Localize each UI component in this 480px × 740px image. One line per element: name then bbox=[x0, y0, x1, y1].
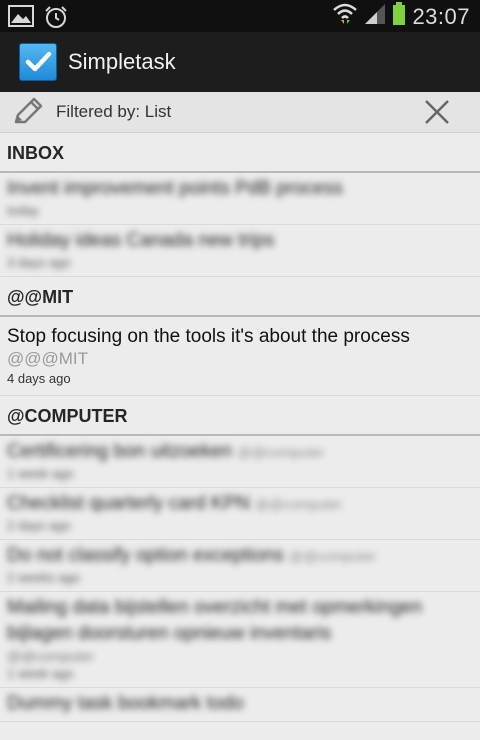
section-header-mit: @@MIT bbox=[0, 277, 480, 317]
clear-filter-close-icon[interactable] bbox=[424, 99, 450, 125]
section-header-computer: @COMPUTER bbox=[0, 396, 480, 436]
task-line: Certificering bon uitzoeken @@computer bbox=[7, 439, 473, 465]
task-age: today bbox=[7, 203, 39, 218]
filter-label: Filtered by: List bbox=[56, 102, 172, 121]
gallery-notification-icon bbox=[8, 5, 34, 34]
task-line: Checklist quarterly card KPN @@computer bbox=[7, 491, 473, 517]
task-item[interactable]: Stop focusing on the tools it's about th… bbox=[0, 317, 480, 396]
task-text: Invent improvement points PdB process bbox=[7, 178, 343, 199]
task-text-continued: bijlagen doorsturen opnieuw inventaris bbox=[7, 623, 332, 644]
checkbox-app-icon[interactable] bbox=[19, 43, 57, 81]
task-line: Do not classify option exceptions @@comp… bbox=[7, 543, 473, 569]
section-header-inbox: INBOX bbox=[0, 133, 480, 173]
task-item[interactable]: Holiday ideas Canada new trips 3 days ag… bbox=[0, 225, 480, 277]
task-text: Checklist quarterly card KPN bbox=[7, 493, 250, 514]
task-age: 3 days ago bbox=[7, 255, 71, 270]
task-item[interactable]: Invent improvement points PdB process to… bbox=[0, 173, 480, 225]
task-item[interactable]: Do not classify option exceptions @@comp… bbox=[0, 540, 480, 592]
alarm-clock-icon bbox=[44, 5, 68, 34]
wifi-icon bbox=[332, 2, 358, 31]
task-tags: @@computer bbox=[289, 548, 376, 564]
task-tags: @@computer bbox=[7, 648, 94, 664]
task-tags: @@@MIT bbox=[7, 349, 89, 368]
task-age: 4 days ago bbox=[7, 371, 71, 386]
task-text: Certificering bon uitzoeken bbox=[7, 441, 232, 462]
status-clock: 23:07 bbox=[412, 3, 470, 29]
status-bar: 23:07 bbox=[0, 0, 480, 32]
filter-bar[interactable]: Filtered by: List bbox=[0, 92, 480, 133]
task-age: 2 weeks ago bbox=[7, 570, 80, 585]
task-text: Dummy task bookmark todo bbox=[7, 693, 244, 714]
task-item[interactable]: Checklist quarterly card KPN @@computer … bbox=[0, 488, 480, 540]
action-bar: Simpletask bbox=[0, 32, 480, 92]
app-title: Simpletask bbox=[68, 49, 176, 74]
task-text: Mailing data bijstellen overzicht met op… bbox=[7, 597, 423, 618]
signal-icon bbox=[364, 3, 386, 30]
task-list: INBOX Invent improvement points PdB proc… bbox=[0, 133, 480, 722]
task-age: 1 week ago bbox=[7, 466, 74, 481]
pencil-icon bbox=[12, 96, 44, 128]
task-tags: @@computer bbox=[237, 444, 325, 460]
task-item[interactable]: Dummy task bookmark todo bbox=[0, 688, 480, 722]
task-text: Holiday ideas Canada new trips bbox=[7, 230, 275, 251]
task-text: Stop focusing on the tools it's about th… bbox=[7, 326, 410, 347]
task-tags: @@computer bbox=[255, 496, 342, 512]
battery-icon bbox=[392, 2, 406, 31]
task-age: 2 days ago bbox=[7, 518, 71, 533]
task-age: 1 week ago bbox=[7, 666, 74, 681]
task-text: Do not classify option exceptions bbox=[7, 545, 284, 566]
task-item[interactable]: Mailing data bijstellen overzicht met op… bbox=[0, 592, 480, 688]
task-item[interactable]: Certificering bon uitzoeken @@computer 1… bbox=[0, 436, 480, 488]
